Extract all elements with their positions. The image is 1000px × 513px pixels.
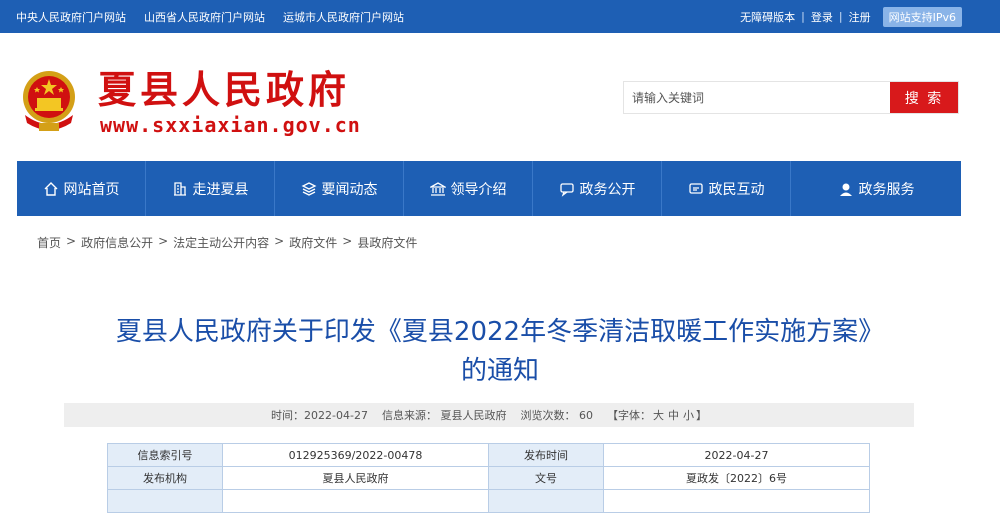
article-title: 夏县人民政府关于印发《夏县2022年冬季清洁取暖工作实施方案》 的通知 — [60, 313, 940, 391]
nav-label: 政民互动 — [708, 181, 765, 198]
register-link[interactable]: 注册 — [849, 9, 871, 25]
link-central-gov[interactable]: 中央人民政府门户网站 — [16, 9, 126, 25]
breadcrumb-gov-info[interactable]: 政府信息公开 — [81, 234, 153, 251]
separator: | — [801, 10, 805, 23]
message-icon — [688, 182, 703, 194]
article-title-line: 夏县人民政府关于印发《夏县2022年冬季清洁取暖工作实施方案》 — [115, 317, 885, 347]
nav-label: 要闻动态 — [321, 181, 378, 198]
table-value — [222, 489, 489, 513]
table-row: 信息索引号 012925369/2022-00478 发布时间 2022-04-… — [107, 443, 870, 467]
table-row — [107, 489, 870, 513]
publish-time: 时间：2022-04-27 — [271, 409, 368, 422]
table-value: 2022-04-27 — [603, 443, 870, 467]
article-meta: 时间：2022-04-27 信息来源： 夏县人民政府 浏览次数： 60 【字体：… — [64, 403, 914, 427]
nav-item-leaders[interactable]: 领导介绍 — [404, 161, 533, 216]
nav-item-home[interactable]: 网站首页 — [17, 161, 146, 216]
table-label: 发布机构 — [107, 466, 223, 490]
breadcrumb-statutory[interactable]: 法定主动公开内容 — [173, 234, 269, 251]
nav-label: 网站首页 — [63, 181, 120, 198]
main-nav: 网站首页 走进夏县 要闻动态 领导介绍 政务公开 政民互动 政务服务 — [17, 161, 961, 216]
table-label: 信息索引号 — [107, 443, 223, 467]
breadcrumb-separator: > — [66, 234, 77, 248]
table-value: 012925369/2022-00478 — [222, 443, 489, 467]
bank-icon — [429, 181, 446, 196]
nav-label: 政务公开 — [579, 181, 636, 198]
nav-item-open-gov[interactable]: 政务公开 — [533, 161, 662, 216]
link-shanxi-gov[interactable]: 山西省人民政府门户网站 — [144, 9, 265, 25]
nav-item-about[interactable]: 走进夏县 — [146, 161, 275, 216]
national-emblem-icon — [23, 71, 75, 131]
site-url: www.sxxiaxian.gov.cn — [100, 113, 361, 137]
nav-item-services[interactable]: 政务服务 — [791, 161, 961, 216]
link-yuncheng-gov[interactable]: 运城市人民政府门户网站 — [283, 9, 404, 25]
table-value: 夏政发〔2022〕6号 — [603, 466, 870, 490]
top-actions: 无障碍版本 | 登录 | 注册 网站支持IPv6 — [740, 0, 962, 33]
search-box: 搜 索 — [623, 81, 959, 114]
table-value: 夏县人民政府 — [222, 466, 489, 490]
site-header: 夏县人民政府 www.sxxiaxian.gov.cn 搜 索 — [0, 33, 1000, 161]
table-label — [107, 489, 223, 513]
search-input[interactable] — [624, 82, 890, 113]
font-size-label: 【字体： — [606, 409, 651, 422]
site-name: 夏县人民政府 — [98, 67, 351, 112]
home-icon — [44, 181, 57, 196]
info-table: 信息索引号 012925369/2022-00478 发布时间 2022-04-… — [107, 443, 870, 513]
user-icon — [839, 183, 852, 196]
table-label: 文号 — [488, 466, 604, 490]
table-label — [488, 489, 604, 513]
article-title-line: 的通知 — [460, 356, 539, 386]
font-large-button[interactable]: 大 — [653, 409, 664, 422]
accessible-version-link[interactable]: 无障碍版本 — [740, 9, 795, 25]
breadcrumb-home[interactable]: 首页 — [37, 234, 61, 251]
search-button[interactable]: 搜 索 — [890, 82, 958, 113]
breadcrumb-separator: > — [158, 234, 169, 248]
breadcrumb: 首页 > 政府信息公开 > 法定主动公开内容 > 政府文件 > 县政府文件 — [37, 234, 417, 251]
separator: | — [838, 10, 843, 23]
top-bar: 中央人民政府门户网站 山西省人民政府门户网站 运城市人民政府门户网站 无障碍版本… — [0, 0, 1000, 33]
table-row: 发布机构 夏县人民政府 文号 夏政发〔2022〕6号 — [107, 466, 870, 490]
font-small-button[interactable]: 小 — [683, 409, 694, 422]
font-medium-button[interactable]: 中 — [668, 409, 679, 422]
building-icon — [173, 181, 186, 196]
ipv6-badge: 网站支持IPv6 — [882, 6, 962, 27]
info-source: 信息来源： 夏县人民政府 — [381, 409, 507, 422]
font-size-end: 】 — [695, 409, 707, 422]
breadcrumb-separator: > — [342, 234, 353, 248]
chat-icon — [559, 182, 574, 197]
table-value — [603, 489, 870, 513]
breadcrumb-separator: > — [274, 234, 285, 248]
table-label: 发布时间 — [488, 443, 604, 467]
nav-item-interaction[interactable]: 政民互动 — [662, 161, 791, 216]
breadcrumb-county-docs[interactable]: 县政府文件 — [357, 234, 417, 251]
layers-icon — [301, 181, 316, 196]
nav-label: 走进夏县 — [192, 181, 249, 198]
login-link[interactable]: 登录 — [811, 9, 833, 25]
breadcrumb-gov-docs[interactable]: 政府文件 — [289, 234, 337, 251]
nav-label: 领导介绍 — [450, 181, 507, 198]
font-size-control: 【字体：大中小】 — [607, 407, 707, 423]
nav-item-news[interactable]: 要闻动态 — [275, 161, 404, 216]
nav-label: 政务服务 — [858, 181, 915, 198]
view-count: 浏览次数： 60 — [520, 409, 593, 422]
top-links: 中央人民政府门户网站 山西省人民政府门户网站 运城市人民政府门户网站 — [16, 0, 404, 33]
